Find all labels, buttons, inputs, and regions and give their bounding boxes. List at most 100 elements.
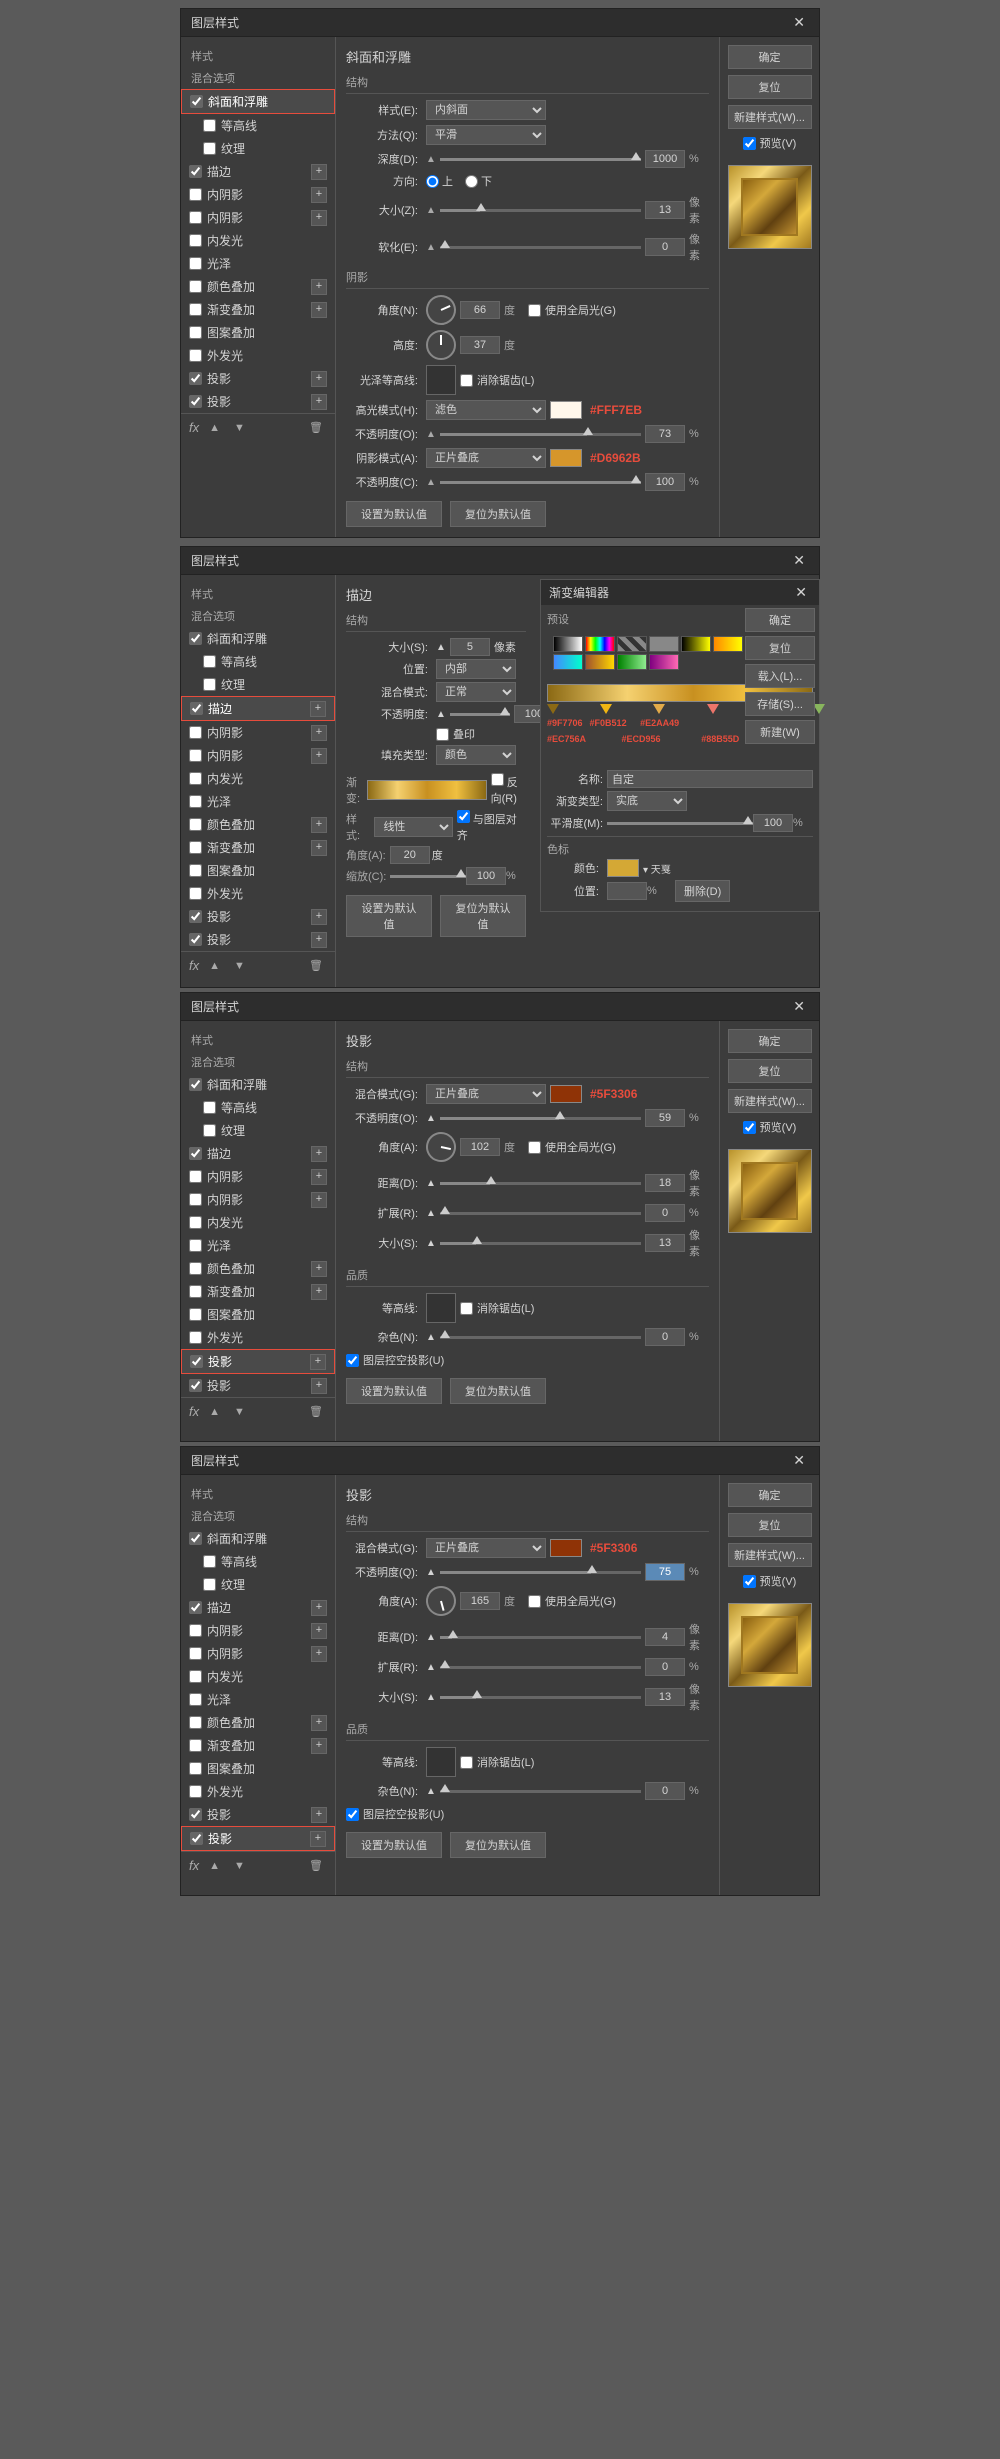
s4-drop-shadow1[interactable]: 投影 + <box>181 1803 335 1826</box>
s2-pattern-overlay-cb[interactable] <box>189 864 202 877</box>
s2-texture-cb[interactable] <box>203 678 216 691</box>
reset-default-btn[interactable]: 复位为默认值 <box>450 501 546 527</box>
fx-down3[interactable]: ▼ <box>230 1405 249 1419</box>
s4-color-overlay-plus[interactable]: + <box>311 1715 327 1731</box>
stop2[interactable] <box>600 704 612 714</box>
s4-gradient-overlay[interactable]: 渐变叠加 + <box>181 1734 335 1757</box>
ds3-anti-alias-cb[interactable] <box>460 1302 473 1315</box>
direction-up-radio[interactable] <box>426 175 439 188</box>
s3-contour-cb[interactable] <box>203 1101 216 1114</box>
drop-shadow1-cb[interactable] <box>189 372 202 385</box>
sidebar-item-gradient-overlay[interactable]: 渐变叠加 + <box>181 298 335 321</box>
reset-btn4[interactable]: 复位 <box>728 1513 812 1537</box>
s3-pattern-overlay-cb[interactable] <box>189 1308 202 1321</box>
ds3-opacity-slider[interactable] <box>440 1117 641 1120</box>
stamp-cb[interactable] <box>436 728 449 741</box>
reset-btn[interactable]: 复位 <box>728 75 812 99</box>
ds3-set-default[interactable]: 设置为默认值 <box>346 1378 442 1404</box>
s3-satin[interactable]: 内发光 <box>181 1211 335 1234</box>
s3-drop-shadow2-cb[interactable] <box>189 1379 202 1392</box>
s2-inner-shadow[interactable]: 内阴影 + <box>181 721 335 744</box>
align-label[interactable]: 与图层对齐 <box>457 810 526 843</box>
sidebar-item-drop-shadow2[interactable]: 投影 + <box>181 390 335 413</box>
s4-bevel[interactable]: 斜面和浮雕 <box>181 1527 335 1550</box>
pattern-overlay-cb[interactable] <box>189 326 202 339</box>
fx-up4[interactable]: ▲ <box>205 1859 224 1873</box>
s-opacity-input[interactable] <box>645 473 685 491</box>
sidebar-item-bevel[interactable]: 斜面和浮雕 <box>181 89 335 114</box>
s2-inner-glow-plus[interactable]: + <box>311 748 327 764</box>
texture-checkbox[interactable] <box>203 142 216 155</box>
sidebar-item-satin[interactable]: 内发光 <box>181 229 335 252</box>
s2-contour-cb[interactable] <box>203 655 216 668</box>
ds4-blend-swatch[interactable] <box>550 1539 582 1557</box>
style-select[interactable]: 内斜面 <box>426 100 546 120</box>
s3-outer-glow[interactable]: 外发光 <box>181 1326 335 1349</box>
stroke-pos-select[interactable]: 内部 <box>436 659 516 679</box>
ds4-spread-slider[interactable] <box>440 1666 641 1669</box>
ge-reset[interactable]: 复位 <box>745 636 815 660</box>
ds3-opacity-input[interactable] <box>645 1109 685 1127</box>
size-input[interactable] <box>645 201 685 219</box>
s4-drop-shadow2[interactable]: 投影 + <box>181 1826 335 1851</box>
s3-outer-glow-cb[interactable] <box>189 1331 202 1344</box>
s2-contour[interactable]: 等高线 <box>181 650 335 673</box>
s3-stroke[interactable]: 描边 + <box>181 1142 335 1165</box>
ds3-distance-input[interactable] <box>645 1174 685 1192</box>
s2-outer-glow[interactable]: 外发光 <box>181 882 335 905</box>
s4-gloss[interactable]: 光泽 <box>181 1688 335 1711</box>
size-slider[interactable] <box>440 209 641 212</box>
s4-drop-shadow1-cb[interactable] <box>189 1808 202 1821</box>
s3-gradient-overlay-cb[interactable] <box>189 1285 202 1298</box>
ge-save[interactable]: 存储(S)... <box>745 692 815 716</box>
swatch-purple-pink[interactable] <box>649 654 679 670</box>
inner-shadow-plus[interactable]: + <box>311 187 327 203</box>
ds3-global-light[interactable]: 使用全局光(G) <box>528 1139 616 1155</box>
swatch-check[interactable] <box>617 636 647 652</box>
ds4-size-slider[interactable] <box>440 1696 641 1699</box>
soften-slider[interactable] <box>440 246 641 249</box>
preview-cb3[interactable] <box>743 1121 756 1134</box>
s3-stroke-plus[interactable]: + <box>311 1146 327 1162</box>
fx-trash2[interactable]: 🗑 <box>305 958 327 973</box>
s3-color-overlay-plus[interactable]: + <box>311 1261 327 1277</box>
gradient-style-select[interactable]: 线性 <box>374 817 452 837</box>
depth-input[interactable] <box>645 150 685 168</box>
sidebar-item-texture[interactable]: 纹理 <box>181 137 335 160</box>
s3-gloss[interactable]: 光泽 <box>181 1234 335 1257</box>
bevel-checkbox[interactable] <box>190 95 203 108</box>
s2-bevel[interactable]: 斜面和浮雕 <box>181 627 335 650</box>
s3-drop-shadow2-plus[interactable]: + <box>311 1378 327 1394</box>
s2-inner-glow[interactable]: 内阴影 + <box>181 744 335 767</box>
ds4-set-default[interactable]: 设置为默认值 <box>346 1832 442 1858</box>
ds4-contour-preview[interactable] <box>426 1747 456 1777</box>
s4-pattern-overlay[interactable]: 图案叠加 <box>181 1757 335 1780</box>
ds4-dist-slider[interactable] <box>440 1636 641 1639</box>
stop1[interactable] <box>547 704 559 714</box>
soften-input[interactable] <box>645 238 685 256</box>
ds4-spread-input[interactable] <box>645 1658 685 1676</box>
reverse-cb[interactable] <box>491 773 504 786</box>
s4-inner-glow-cb[interactable] <box>189 1647 202 1660</box>
s3-texture-cb[interactable] <box>203 1124 216 1137</box>
s4-color-overlay-cb[interactable] <box>189 1716 202 1729</box>
color-overlay-plus[interactable]: + <box>311 279 327 295</box>
fx-trash3[interactable]: 🗑 <box>305 1404 327 1419</box>
inner-glow-cb[interactable] <box>189 211 202 224</box>
ds4-knockout-cb[interactable] <box>346 1808 359 1821</box>
shadow-mode-select[interactable]: 正片叠底 <box>426 448 546 468</box>
s2-drop-shadow1[interactable]: 投影 + <box>181 905 335 928</box>
swatch-orange-yellow[interactable] <box>713 636 743 652</box>
highlight-select[interactable]: 滤色 <box>426 400 546 420</box>
s3-bevel[interactable]: 斜面和浮雕 <box>181 1073 335 1096</box>
global-light-cb[interactable] <box>528 304 541 317</box>
preview-label3[interactable]: 预览(V) <box>743 1119 797 1135</box>
s2-gradient-overlay-plus[interactable]: + <box>311 840 327 856</box>
scale-slider[interactable] <box>390 875 466 878</box>
smoothness-slider[interactable] <box>607 822 753 825</box>
inner-glow-plus[interactable]: + <box>311 210 327 226</box>
s2-pattern-overlay[interactable]: 图案叠加 <box>181 859 335 882</box>
ds4-global-light[interactable]: 使用全局光(G) <box>528 1593 616 1609</box>
ds3-contour-preview[interactable] <box>426 1293 456 1323</box>
gradient-overlay-cb[interactable] <box>189 303 202 316</box>
